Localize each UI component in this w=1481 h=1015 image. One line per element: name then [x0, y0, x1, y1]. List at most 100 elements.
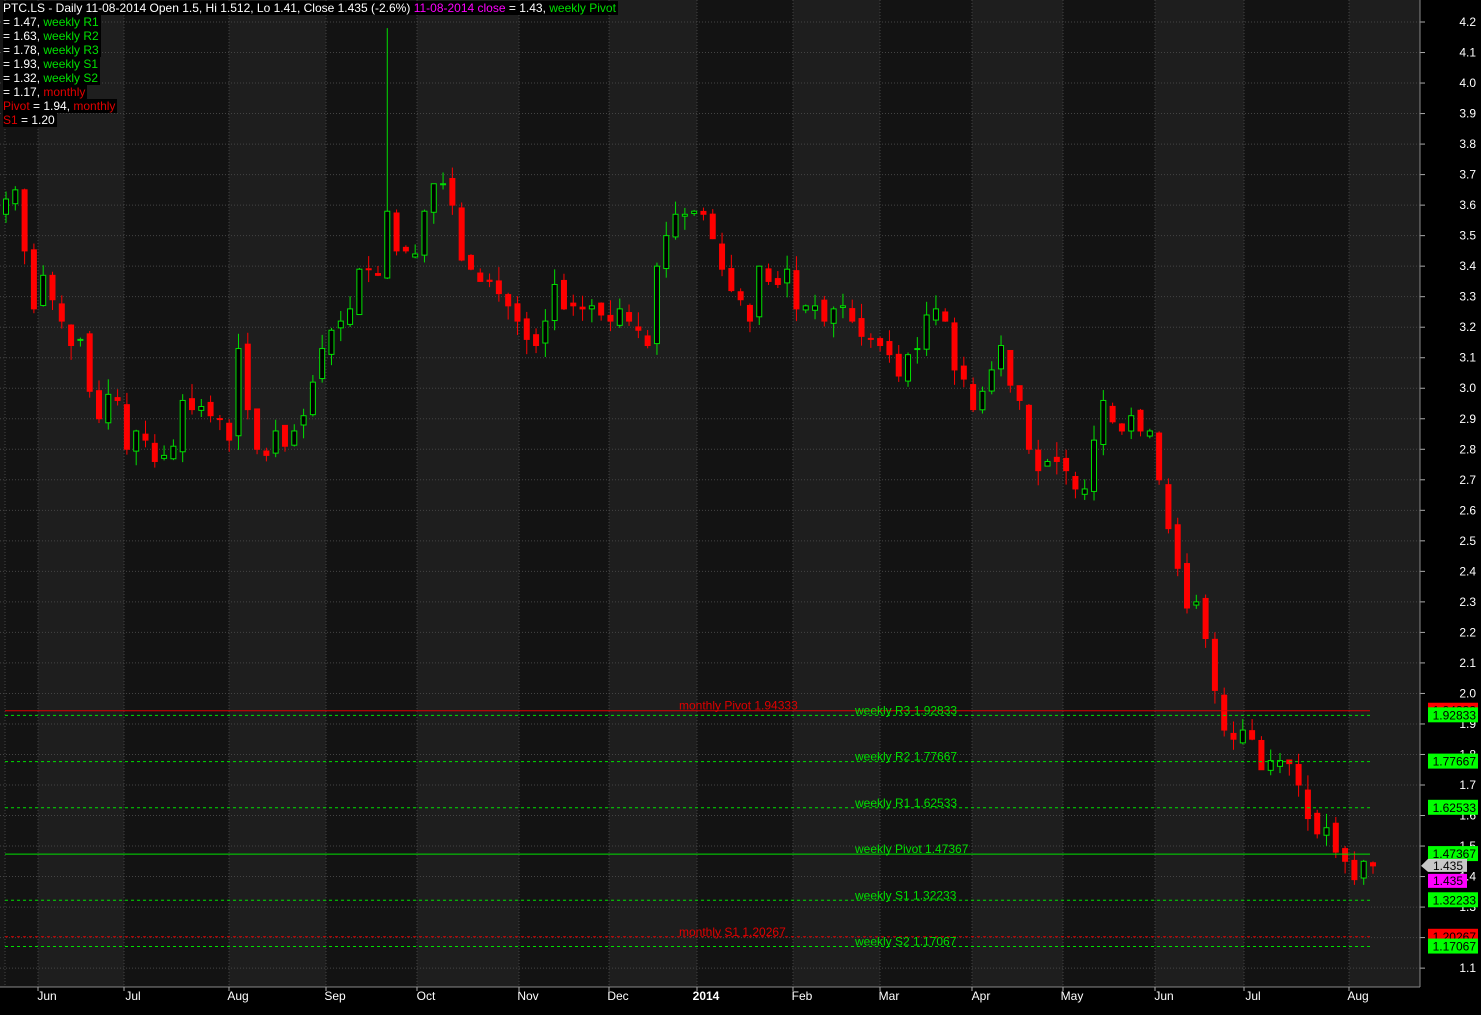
- month-band: [229, 0, 326, 987]
- candle-down: [86, 333, 93, 392]
- candle-down: [951, 322, 958, 371]
- symbol-ohlc-text: PTC.LS - Daily 11-08-2014 Open 1.5, Hi 1…: [3, 1, 411, 15]
- candle-up: [914, 348, 921, 351]
- y-tick-label: 2.9: [1459, 412, 1476, 426]
- candle-up: [542, 320, 549, 344]
- y-tick-label: 3.2: [1459, 320, 1476, 334]
- month-band: [1349, 0, 1420, 987]
- candle-up: [932, 308, 939, 321]
- candle-down: [458, 207, 465, 261]
- y-tick-label: 2.3: [1459, 595, 1476, 609]
- candle-up: [1360, 860, 1367, 879]
- candle-down: [1063, 457, 1070, 472]
- y-tick-label: 2.7: [1459, 473, 1476, 487]
- y-tick-label: 3.7: [1459, 168, 1476, 182]
- y-tick-label: 2.6: [1459, 503, 1476, 517]
- candle-up: [300, 415, 307, 426]
- candle-down: [1165, 484, 1172, 530]
- legend-row: S1 = 1.20: [3, 113, 57, 127]
- candle-down: [607, 314, 614, 322]
- candle-up: [328, 329, 335, 355]
- close-value: = 1.43,: [505, 1, 550, 15]
- candle-down: [281, 424, 288, 447]
- level-label: monthly S1 1.20267: [679, 925, 786, 939]
- candle-up: [179, 399, 186, 453]
- candle-down: [254, 408, 261, 450]
- candle-down: [1295, 764, 1302, 786]
- candle-up: [412, 253, 419, 258]
- candle-down: [1156, 432, 1163, 481]
- legend-row: = 1.93, weekly S1: [3, 57, 101, 71]
- y-tick-label: 2.2: [1459, 625, 1476, 639]
- candle-up: [1146, 430, 1153, 437]
- candle-down: [765, 268, 772, 282]
- candle-up: [105, 393, 112, 424]
- candle-up: [235, 348, 242, 437]
- candle-down: [1025, 404, 1032, 450]
- month-band: [326, 0, 417, 987]
- candle-up: [1193, 601, 1200, 606]
- candle-up: [784, 268, 791, 284]
- month-band: [5, 0, 38, 987]
- y-tick-label: 1.7: [1459, 778, 1476, 792]
- candle-down: [886, 341, 893, 356]
- last-price-text: 1.435: [1433, 859, 1463, 873]
- candle-down: [858, 318, 865, 337]
- candle-up: [347, 308, 354, 325]
- candle-down: [523, 318, 530, 340]
- candle-down: [505, 294, 512, 307]
- candle-down: [449, 178, 456, 206]
- price-tag-text: 1.92833: [1433, 708, 1477, 722]
- candle-up: [830, 308, 837, 324]
- candle-down: [1249, 730, 1256, 740]
- candle-up: [998, 345, 1005, 370]
- candle-down: [68, 324, 75, 347]
- x-tick-label: Jul: [125, 989, 140, 1003]
- candle-down: [374, 273, 381, 276]
- legend-row: = 1.78, weekly R3: [3, 43, 101, 57]
- candle-down: [533, 334, 540, 347]
- legend-row: Pivot = 1.94, monthly: [3, 99, 118, 113]
- candle-up: [1128, 415, 1135, 432]
- candle-up: [923, 314, 930, 350]
- candle-up: [291, 430, 298, 446]
- candle-down: [49, 274, 56, 301]
- candle-down: [477, 272, 484, 282]
- legend-row: = 1.32, weekly S2: [3, 71, 101, 85]
- x-tick-label: Jun: [37, 989, 56, 1003]
- close-label: 11-08-2014 close: [413, 1, 506, 15]
- level-label: weekly R1 1.62533: [854, 796, 957, 810]
- candle-up: [1044, 460, 1051, 467]
- y-tick-label: 2.1: [1459, 656, 1476, 670]
- candle-down: [1221, 694, 1228, 731]
- candle-down: [402, 246, 409, 252]
- x-tick-label: Nov: [517, 989, 538, 1003]
- y-tick-label: 3.0: [1459, 381, 1476, 395]
- candle-down: [514, 303, 521, 322]
- price-tag-text: 1.62533: [1433, 801, 1477, 815]
- y-tick-label: 3.4: [1459, 259, 1476, 273]
- level-label: weekly R2 1.77667: [854, 750, 957, 764]
- month-band: [124, 0, 229, 987]
- y-tick-label: 3.6: [1459, 198, 1476, 212]
- candle-down: [467, 254, 474, 270]
- price-tag-text: 1.17067: [1433, 940, 1477, 954]
- price-chart[interactable]: 1.11.21.31.41.51.61.71.81.92.02.12.22.32…: [0, 0, 1481, 1015]
- x-tick-label: Apr: [972, 989, 991, 1003]
- y-tick-label: 4.0: [1459, 76, 1476, 90]
- candle-up: [663, 235, 670, 270]
- candle-down: [393, 212, 400, 252]
- candle-down: [123, 404, 130, 450]
- candle-up: [356, 268, 363, 316]
- candle-up: [198, 406, 205, 411]
- legend-header: PTC.LS - Daily 11-08-2014 Open 1.5, Hi 1…: [3, 1, 618, 15]
- candle-up: [430, 183, 437, 213]
- y-tick-label: 3.3: [1459, 290, 1476, 304]
- candle-up: [12, 189, 19, 205]
- x-tick-label: 2014: [693, 989, 720, 1003]
- candle-up: [616, 308, 623, 326]
- candle-down: [626, 312, 633, 322]
- month-band: [417, 0, 519, 987]
- candle-down: [151, 442, 158, 462]
- candle-down: [644, 335, 651, 347]
